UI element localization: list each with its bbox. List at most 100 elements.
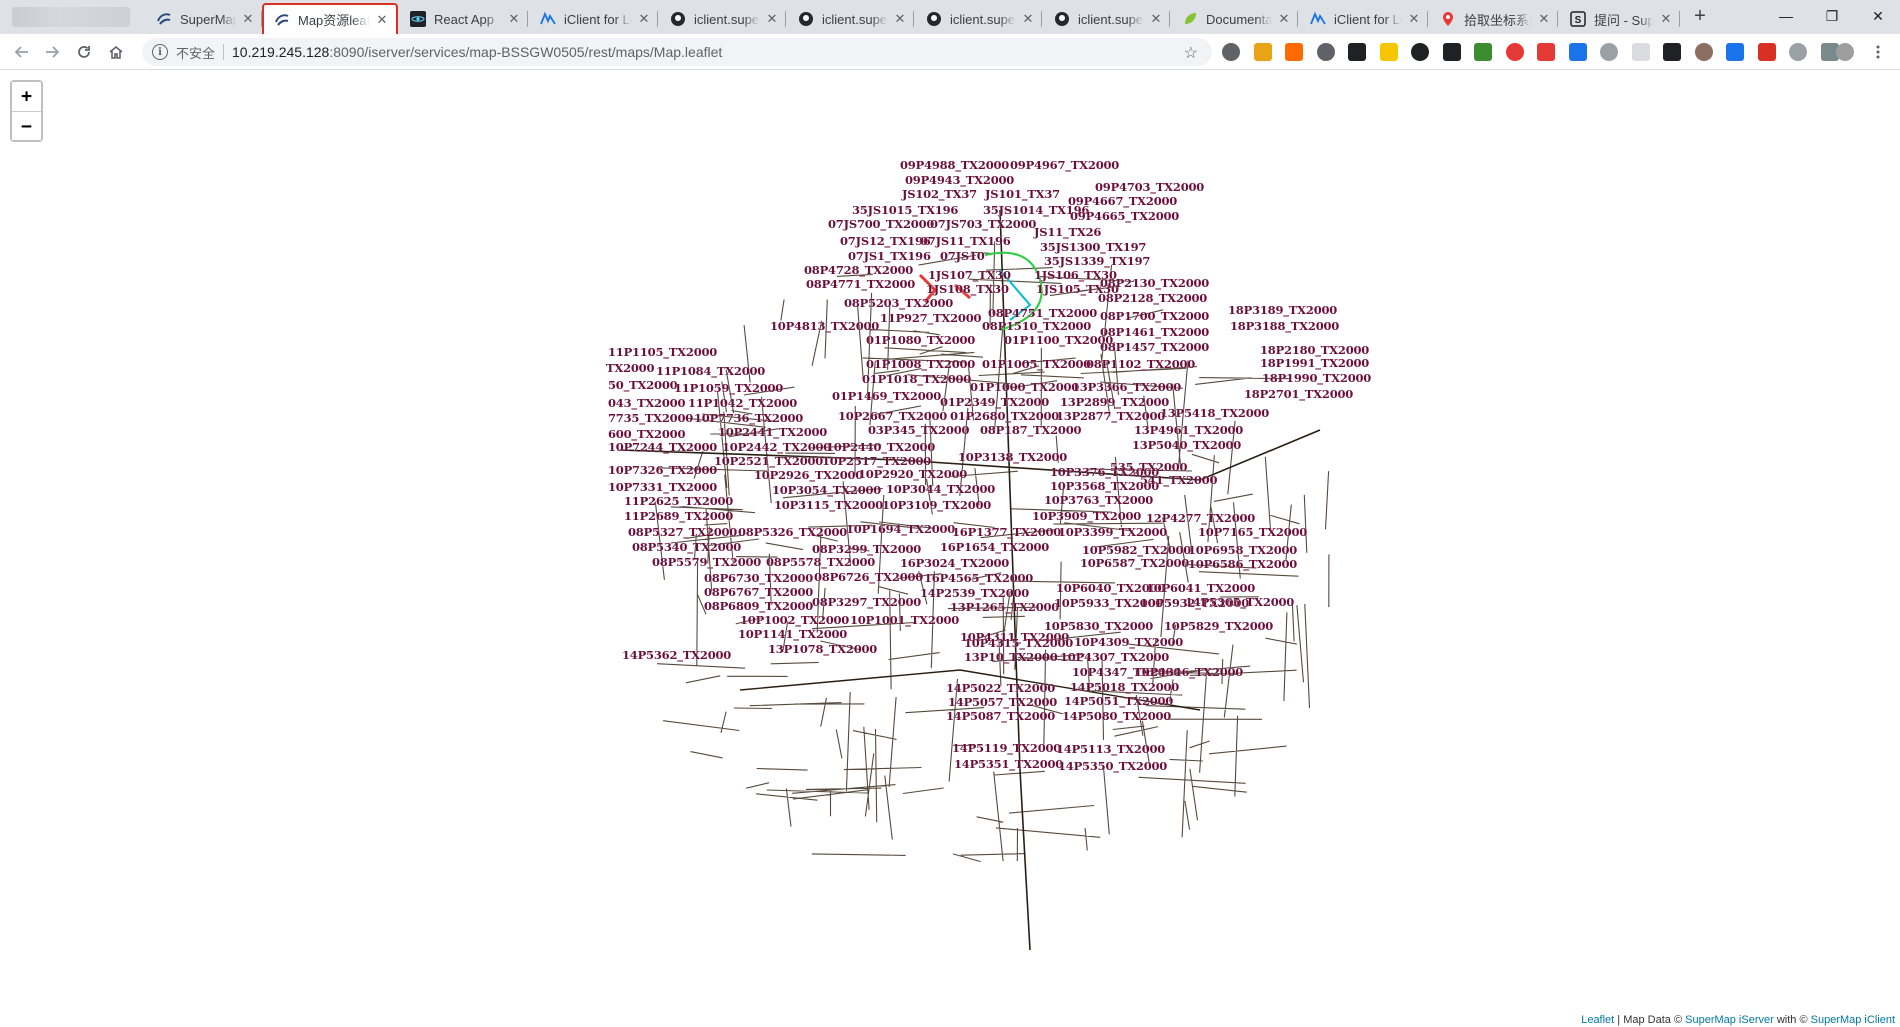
map-label: 08P5326_TX2000 — [738, 525, 848, 539]
attribution-with: with © — [1773, 1014, 1811, 1026]
extension-icon[interactable] — [1285, 43, 1303, 61]
map-label: 18P1990_TX2000 — [1262, 371, 1372, 385]
tab-close-icon[interactable]: ✕ — [764, 11, 780, 27]
arrow-right-icon — [46, 46, 60, 58]
tab-close-icon[interactable]: ✕ — [1148, 11, 1164, 27]
extension-icon[interactable] — [1379, 43, 1398, 61]
leaflet-link[interactable]: Leaflet — [1581, 1014, 1614, 1026]
tab-close-icon[interactable]: ✕ — [636, 11, 652, 27]
zoom-in-button[interactable]: + — [12, 82, 41, 111]
reload-button[interactable] — [72, 40, 96, 64]
leaf-icon — [1182, 11, 1198, 27]
map-label: 13P10_TX2000 — [964, 650, 1058, 664]
close-window-button[interactable]: ✕ — [1855, 4, 1900, 28]
map-label: 08P1461_TX2000 — [1100, 325, 1210, 339]
extension-icon[interactable] — [1789, 43, 1807, 61]
browser-tab[interactable]: iClient for Leaflet✕ — [1300, 4, 1428, 34]
tab-close-icon[interactable]: ✕ — [374, 12, 390, 28]
map-label: JS101_TX37 — [985, 187, 1060, 201]
extension-icon[interactable] — [1505, 43, 1524, 61]
address-bar[interactable]: i 不安全 10.219.245.128:8090/iserver/servic… — [142, 38, 1212, 66]
tab-close-icon[interactable]: ✕ — [1020, 11, 1036, 27]
browser-tab[interactable]: iclient.supermap✕ — [660, 4, 786, 34]
browser-tab[interactable]: iClient for Leaflet✕ — [530, 4, 658, 34]
extension-icon[interactable] — [1600, 43, 1618, 61]
map-label: 08P4751_TX2000 — [988, 306, 1098, 320]
map-label: 14P5113_TX2000 — [1056, 742, 1166, 756]
back-button[interactable] — [10, 40, 34, 64]
restore-button[interactable]: ❐ — [1809, 4, 1855, 28]
tab-separator — [1169, 11, 1170, 27]
tab-separator — [1557, 11, 1558, 27]
browser-tab[interactable]: Documentation✕ — [1172, 4, 1298, 34]
extension-icon[interactable] — [1253, 43, 1272, 61]
browser-tab-active[interactable]: Map资源leaflet ✕ — [262, 3, 398, 34]
map-label: 541_TX2000 — [1140, 473, 1218, 487]
map-label: 14P5362_TX2000 — [622, 648, 732, 662]
extension-icon[interactable] — [1474, 43, 1492, 61]
tab-strip: SuperMap i✕Map资源leaflet✕React App✕iClien… — [0, 0, 1900, 34]
browser-tab[interactable]: React App ✕ — [400, 4, 528, 34]
profile-avatar[interactable] — [1836, 43, 1854, 61]
browser-tab[interactable]: S 提问 - SuperMap✕ — [1560, 4, 1680, 34]
browser-tab[interactable]: iclient.supermap✕ — [788, 4, 914, 34]
map-label: 1JS107_TX30 — [928, 268, 1011, 282]
browser-tab[interactable]: iclient.supermap✕ — [916, 4, 1042, 34]
zoom-out-button[interactable]: − — [12, 111, 41, 140]
iclient-icon — [540, 11, 556, 27]
map-label: 14P5080_TX2000 — [1062, 709, 1172, 723]
tab-close-icon[interactable]: ✕ — [1406, 11, 1422, 27]
iserver-link[interactable]: SuperMap iServer — [1685, 1014, 1774, 1026]
extension-icon[interactable] — [1537, 43, 1555, 61]
extension-icon[interactable] — [1442, 43, 1461, 61]
map-label: 08P5579_TX2000 — [652, 555, 762, 569]
extension-icon[interactable] — [1222, 43, 1240, 61]
iclient-link[interactable]: SuperMap iClient — [1811, 1014, 1895, 1026]
forward-button[interactable] — [40, 40, 64, 64]
info-icon[interactable]: i — [152, 44, 168, 60]
map-label: 03P345_TX2000 — [868, 423, 970, 437]
map-label: 10P2926_TX2000 — [754, 468, 864, 482]
extension-icon[interactable] — [1631, 43, 1650, 61]
extension-icon[interactable] — [1316, 43, 1335, 61]
tab-close-icon[interactable]: ✕ — [1276, 11, 1292, 27]
extension-icon[interactable] — [1568, 43, 1587, 61]
tab-close-icon[interactable]: ✕ — [1536, 11, 1552, 27]
leaflet-map[interactable]: 09P4988_TX2000 09P4967_TX2000 09P4943_TX20… — [0, 70, 1900, 1027]
browser-tab[interactable]: SuperMap i✕ — [146, 4, 262, 34]
tab-title: 提问 - SuperMap — [1594, 12, 1654, 28]
extension-icon[interactable] — [1663, 43, 1681, 61]
blurred-tab[interactable] — [12, 7, 130, 27]
map-label: 10P3763_TX2000 — [1044, 493, 1154, 507]
tab-title: Map资源leaflet — [298, 13, 370, 28]
map-label: 07JS10 — [940, 249, 985, 263]
map-label: 09P4943_TX2000 — [905, 173, 1015, 187]
browser-tab[interactable]: iclient.supermap✕ — [1044, 4, 1170, 34]
map-label: 50_TX2000 — [608, 378, 678, 392]
map-label: 10P3399_TX2000 — [1058, 525, 1168, 539]
extension-icon[interactable] — [1348, 43, 1366, 61]
extension-icon[interactable] — [1694, 43, 1713, 61]
home-button[interactable] — [104, 40, 128, 64]
tab-separator — [1679, 11, 1680, 27]
map-label: 10P7244_TX2000 — [608, 440, 718, 454]
map-label: TX2000 — [606, 361, 655, 375]
menu-button[interactable] — [1866, 40, 1890, 64]
new-tab-button[interactable]: + — [1688, 6, 1712, 27]
bookmark-star-icon[interactable]: ☆ — [1184, 43, 1198, 63]
tab-separator — [913, 11, 914, 27]
map-label: 10P6587_TX2000 — [1080, 556, 1190, 570]
map-label: 01P1469_TX2000 — [832, 389, 942, 403]
browser-tab[interactable]: 拾取坐标系统✕ — [1430, 4, 1558, 34]
tab-close-icon[interactable]: ✕ — [240, 11, 256, 27]
map-label: 01P1018_TX2000 — [862, 372, 972, 386]
map-label: 08P5340_TX2000 — [632, 540, 742, 554]
tab-close-icon[interactable]: ✕ — [506, 11, 522, 27]
extension-icon[interactable] — [1726, 43, 1744, 61]
map-label: 11P1042_TX2000 — [688, 396, 798, 410]
tab-close-icon[interactable]: ✕ — [1658, 11, 1674, 27]
extension-icon[interactable] — [1757, 43, 1776, 61]
extension-icon[interactable] — [1411, 43, 1429, 61]
minimize-button[interactable]: — — [1763, 4, 1809, 28]
tab-close-icon[interactable]: ✕ — [892, 11, 908, 27]
